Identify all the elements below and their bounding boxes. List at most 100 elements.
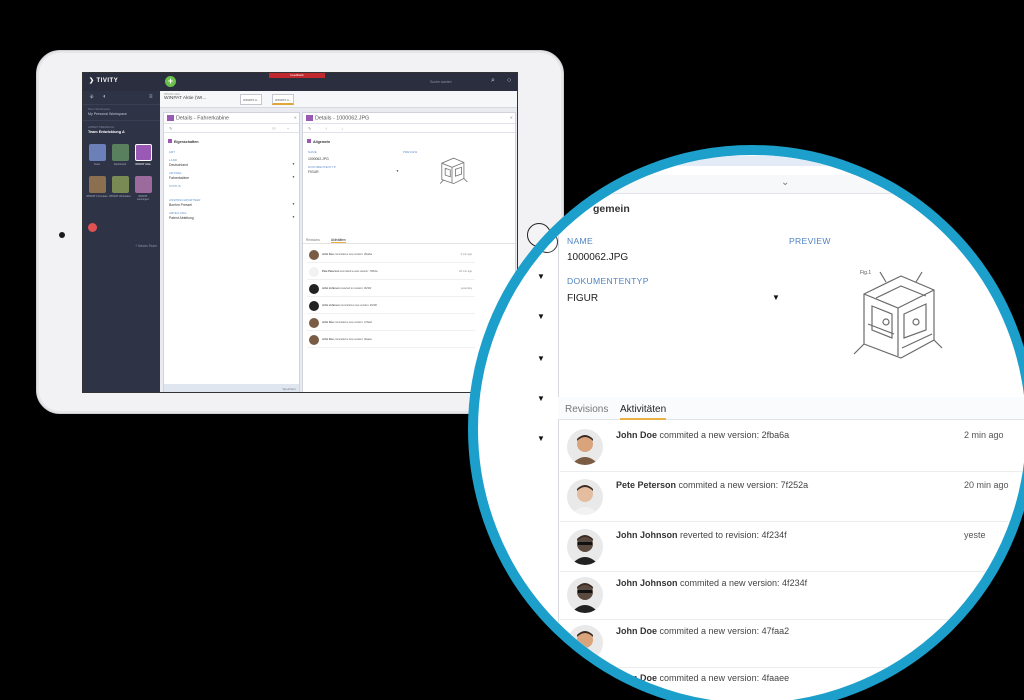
user-avatar[interactable] — [88, 223, 97, 232]
zoom-left-button[interactable] — [536, 231, 558, 253]
activity-text: John Johnson reverted to revision: 4f234… — [616, 530, 787, 540]
svg-text:Fig.1: Fig.1 — [860, 270, 871, 276]
workspace-main-tab[interactable]: WINPAT Aktie WINPAT Aktie (WI... — [164, 93, 206, 101]
field-label: LAND — [169, 158, 178, 162]
chevron-down-icon: ▼ — [396, 169, 399, 173]
panel-header: Details - Fahrerkabine ✕ — [164, 113, 299, 124]
upload-icon[interactable]: ↑ — [325, 126, 327, 131]
tab-aktivitaeten[interactable]: Aktivitäten — [331, 238, 346, 243]
activity-row[interactable]: John Johnson commited a new version: 4f2… — [560, 570, 1024, 620]
workspace-selector[interactable]: My Personal Workspace — [83, 111, 160, 121]
app-logo[interactable]: ❯ TIVITY — [89, 77, 118, 84]
chevron-down-icon[interactable]: ▼ — [537, 312, 545, 321]
tile-team[interactable] — [89, 144, 106, 161]
avatar — [567, 479, 603, 515]
mini-activity-row[interactable]: Pete Peterson commited a new version: 7f… — [307, 264, 475, 280]
tile-dashboard[interactable] — [112, 144, 129, 161]
activity-row[interactable]: John Doe commited a new version: 47faa2 — [560, 618, 1024, 668]
field-label: ANSPRECHPARTNER — [169, 198, 201, 202]
menu-icon[interactable]: ≡ — [149, 94, 153, 100]
activity-text: Pete Peterson commited a new version: 7f… — [322, 270, 377, 273]
activity-time: 20 min ago — [964, 480, 1009, 490]
activity-text: John Johnson reverted to revision: 4f234… — [322, 287, 371, 290]
mini-activity-row[interactable]: John Doe commited a new version: 4faaee — [307, 332, 475, 348]
chevron-down-icon[interactable]: ▼ — [537, 394, 545, 403]
field-value-doctype[interactable]: FIGUR ▼ — [303, 169, 403, 174]
mini-activity-row[interactable]: John Doe commited a new version: 47faa2 — [307, 315, 475, 331]
panel-controls-icon[interactable]: ✕ — [294, 115, 297, 120]
tab-revisions[interactable]: Revisions — [306, 238, 320, 242]
activity-user: John Doe — [322, 338, 334, 341]
doctype-select[interactable]: FIGUR — [567, 293, 598, 304]
workspace-tab[interactable]: WINPAT A... — [240, 94, 263, 105]
activity-row[interactable]: Pete Peterson commited a new version: 7f… — [560, 472, 1024, 522]
avatar — [309, 301, 319, 311]
activity-text: John Johnson commited a new version: 4f2… — [322, 304, 377, 307]
activity-action: commited a new version: 4f234f — [340, 304, 378, 307]
activity-row[interactable]: John Doe commited a new version: 2fba6a 2… — [560, 422, 1024, 472]
save-button[interactable]: Speichern — [164, 384, 299, 392]
feedback-tab[interactable]: Feedback — [269, 73, 325, 78]
zoom-content: ⌄ ▼ ▼ ▼ ▼ ▼ gemein NAME PREVIEW 1000062.… — [478, 155, 1024, 700]
tile-winpat-aktie[interactable] — [135, 144, 152, 161]
app-tiles: Team Dashboard WINPAT Aktie WINPAT Formu… — [83, 138, 160, 234]
activity-row[interactable]: John Doe commited a new version: 4faaee — [560, 665, 1024, 700]
team-name[interactable]: Team Entwicklung A — [83, 129, 160, 138]
users-icon[interactable]: ⚘ — [89, 94, 94, 101]
tile-winpat-formulare[interactable] — [89, 176, 106, 193]
add-team-link[interactable]: + Neues Team — [135, 244, 157, 248]
activity-time: yeste — [964, 530, 986, 540]
document-icon — [306, 115, 313, 121]
activity-action: commited a new version: 2fba6a — [659, 430, 790, 440]
sidebar-header: ⚘ ◐ ≡ — [83, 91, 160, 105]
activity-user: John Johnson — [322, 304, 340, 307]
activity-user: Pete Peterson — [616, 480, 677, 490]
app-top-bar: ❯ TIVITY + Feedback Suche starten ⌕ ○ — [83, 73, 517, 91]
avatar — [567, 672, 603, 700]
minus-icon[interactable]: − — [287, 126, 289, 131]
activity-row[interactable]: John Johnson reverted to revision: 4f234… — [560, 522, 1024, 572]
field-value-ansprechpartner[interactable]: Boehm Pressel ▼ — [164, 202, 299, 207]
mini-activity-row[interactable]: John Johnson reverted to revision: 4f234… — [307, 281, 475, 297]
download-icon[interactable]: ↓ — [341, 126, 343, 131]
search-field[interactable]: Suche starten — [430, 80, 452, 84]
chevron-down-icon[interactable]: ▼ — [537, 272, 545, 281]
chevron-down-icon[interactable]: ⌄ — [781, 177, 789, 188]
mini-activity-row[interactable]: John Johnson commited a new version: 4f2… — [307, 298, 475, 314]
tab-aktivitaeten[interactable]: Aktivitäten — [620, 404, 667, 420]
workspace-tab-active[interactable]: WINPAT A... — [272, 94, 295, 105]
field-value-abteilung[interactable]: Patent Abteilung ▼ — [164, 215, 299, 220]
edit-icon[interactable]: ✎ — [169, 126, 172, 131]
tile-winpat-workplace[interactable] — [112, 176, 129, 193]
activity-time: 2 min ago — [964, 430, 1004, 440]
mini-activity-row[interactable]: John Doe commited a new version: 2fba6a 2… — [307, 247, 475, 263]
avatar — [567, 429, 603, 465]
field-value-land[interactable]: Deutschland ▼ — [164, 162, 299, 167]
activity-text: John Doe commited a new version: 47faa2 — [322, 321, 372, 324]
add-button[interactable]: + — [165, 76, 176, 87]
tile-winpat-leistungen[interactable] — [135, 176, 152, 193]
details-panel-fahrerkabine: Details - Fahrerkabine ✕ ✎ ⚇ − Eigenscha… — [163, 112, 300, 392]
activity-user: John Doe — [322, 253, 334, 256]
chevron-down-icon[interactable]: ▼ — [537, 354, 545, 363]
avatar — [309, 267, 319, 277]
tile-label: WINPAT Formulare — [86, 195, 108, 198]
chat-icon[interactable]: ○ — [507, 77, 511, 84]
doctype-label: DOKUMENTENTYP — [567, 276, 649, 286]
link-icon[interactable]: ⚇ — [272, 126, 276, 131]
chevron-down-icon[interactable]: ▼ — [537, 434, 545, 443]
dashboard-icon[interactable]: ◐ — [103, 94, 107, 100]
workspace-tabs: WINPAT Aktie WINPAT Aktie (WI... WINPAT … — [160, 91, 517, 108]
activity-text: John Doe commited a new version: 2fba6a — [616, 430, 789, 440]
search-icon[interactable]: ⌕ — [491, 77, 495, 85]
tab-revisions[interactable]: Revisions — [565, 404, 608, 415]
field-value-artikel[interactable]: Fahrerkabine ▼ — [164, 175, 299, 180]
chevron-down-icon[interactable]: ▼ — [772, 293, 780, 302]
activity-text: John Doe commited a new version: 47faa2 — [616, 626, 789, 636]
name-label: NAME — [567, 236, 594, 246]
activity-action: commited a new version: 4faaee — [659, 673, 790, 683]
edit-icon[interactable]: ✎ — [308, 126, 311, 131]
panel-controls-icon[interactable]: ✕ — [510, 115, 513, 120]
document-icon — [167, 115, 174, 121]
logo-chevron-icon: ❯ — [89, 78, 95, 84]
